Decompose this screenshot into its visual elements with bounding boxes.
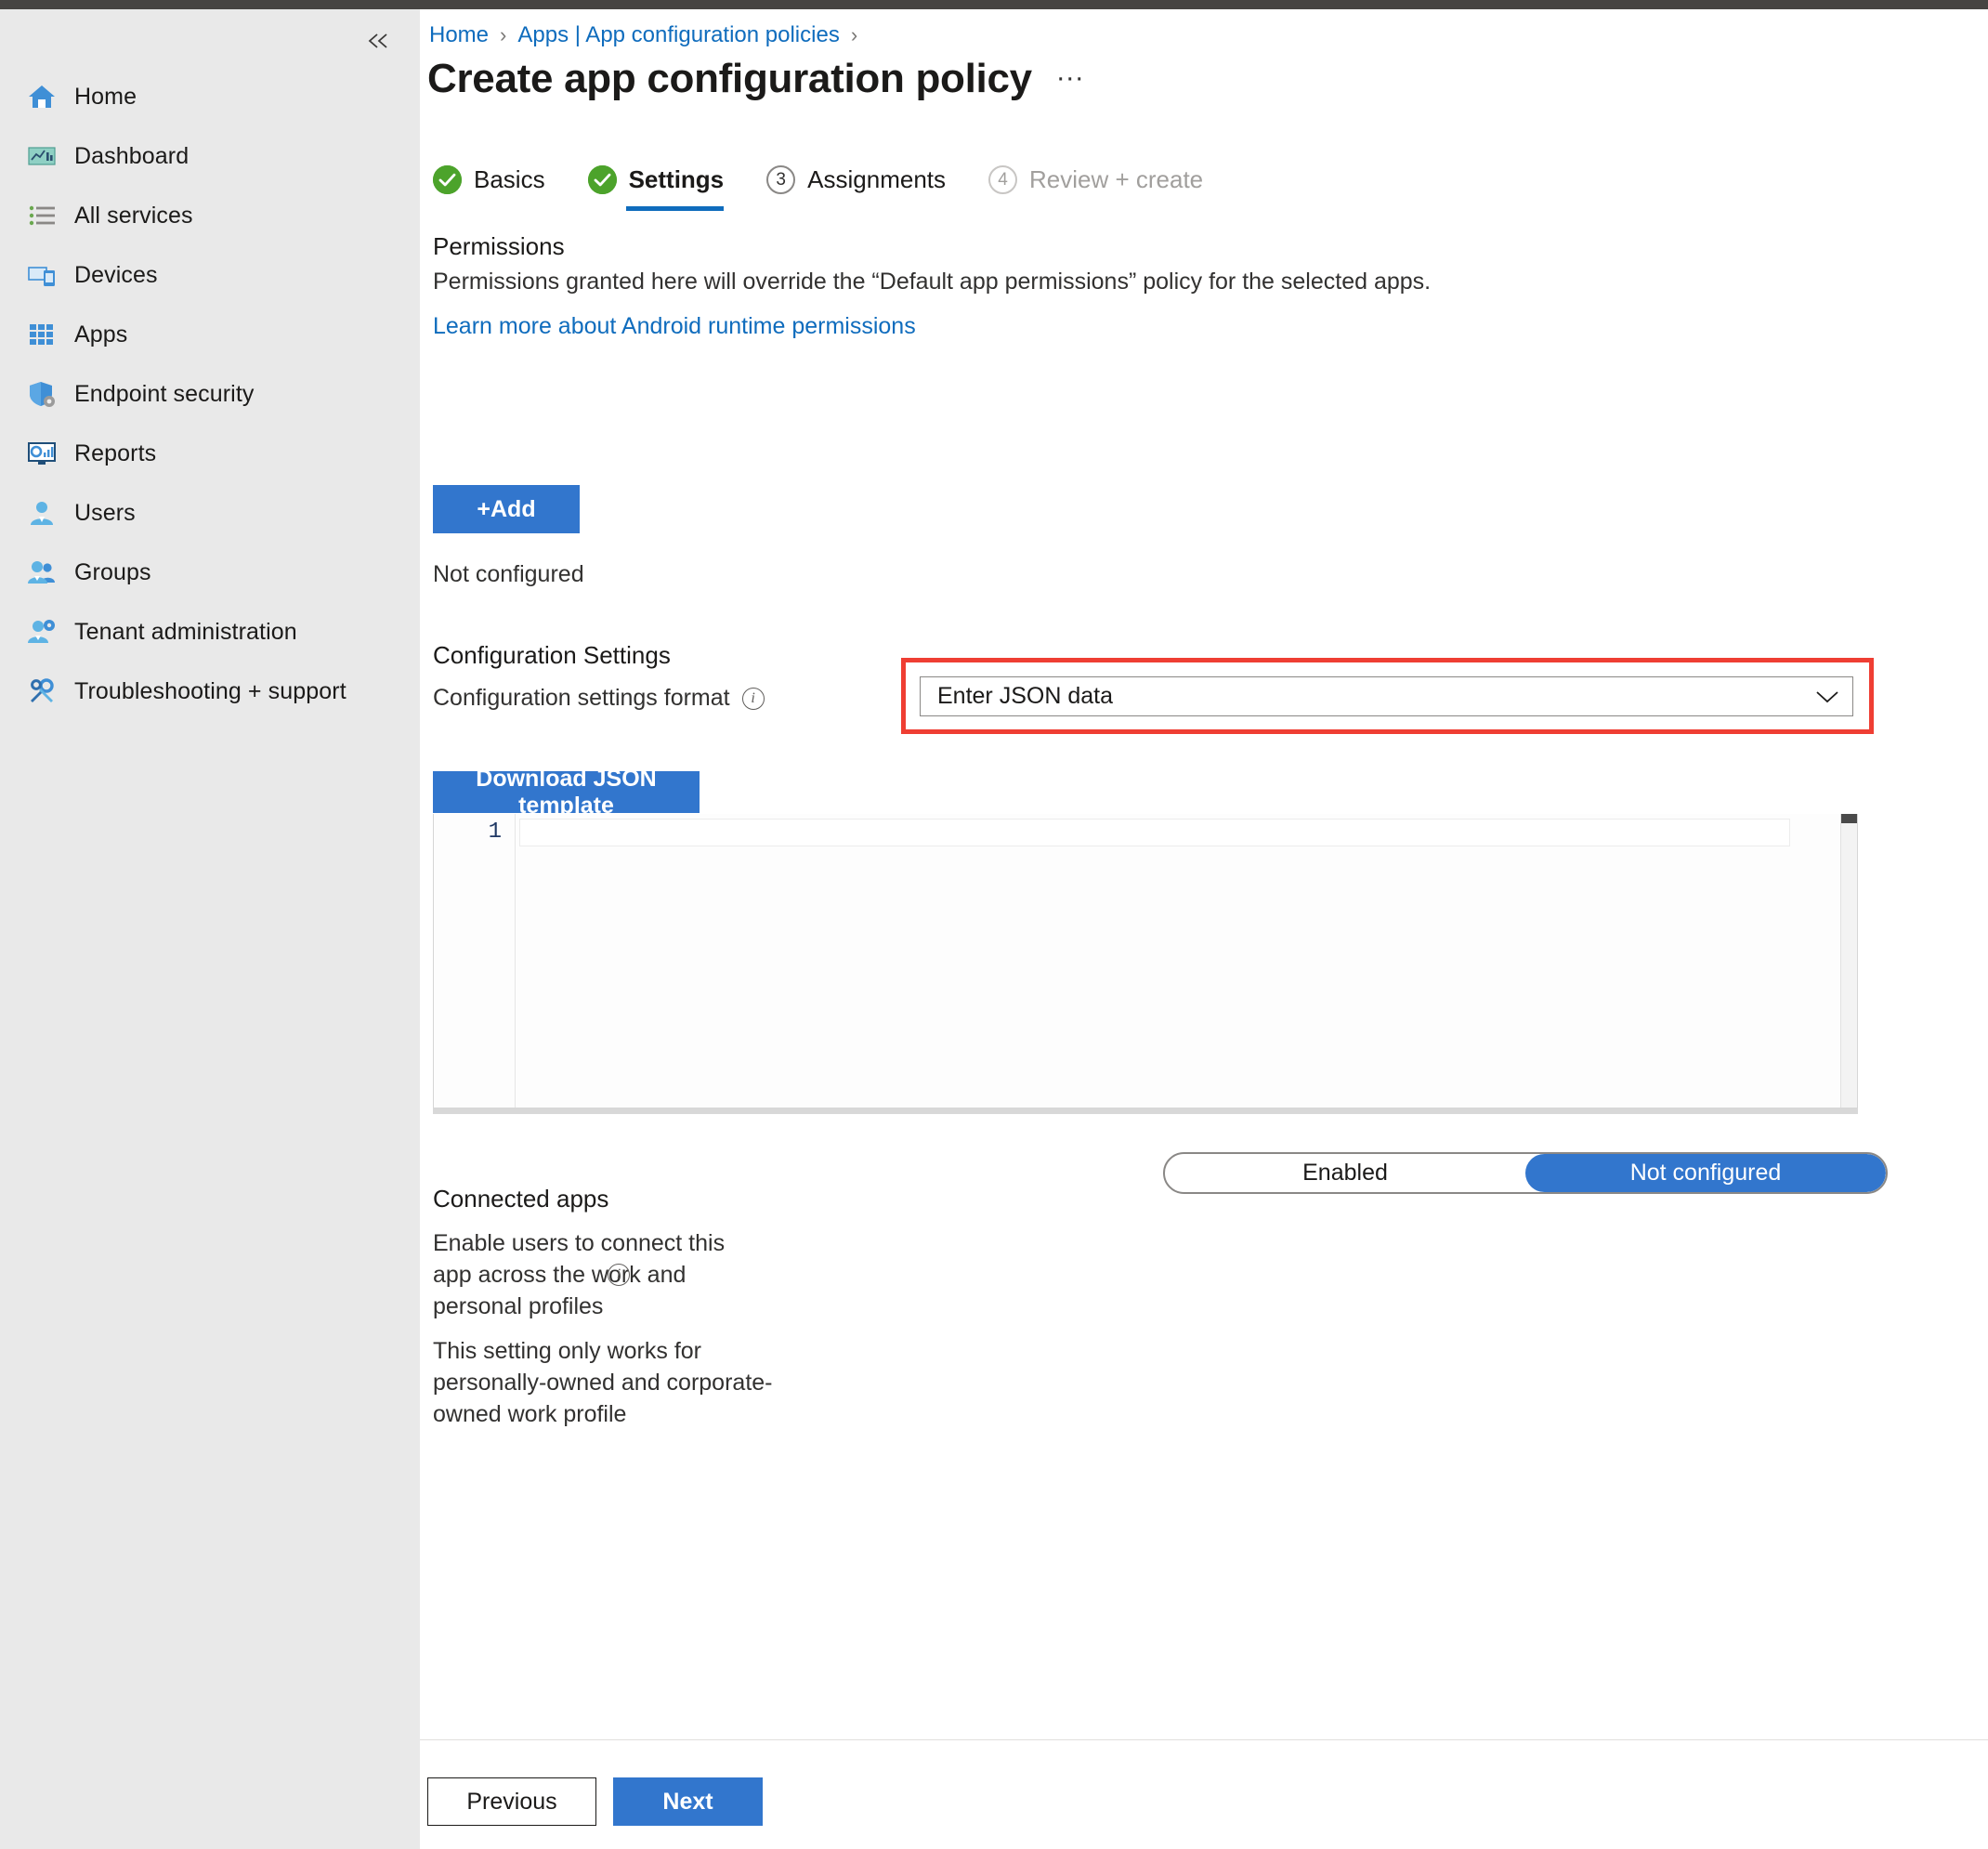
tenant-admin-icon	[26, 616, 58, 648]
learn-more-android-runtime-permissions-link[interactable]: Learn more about Android runtime permiss…	[433, 313, 916, 340]
check-circle-icon	[433, 165, 462, 194]
configuration-settings-format-label: Configuration settings format	[433, 685, 730, 711]
configuration-settings-format-dropdown[interactable]: Enter JSON data	[920, 676, 1853, 716]
sidebar-item-users[interactable]: Users	[0, 483, 420, 543]
sidebar-item-label: Troubleshooting + support	[74, 677, 347, 704]
apps-grid-icon	[26, 319, 58, 350]
tab-label: Assignments	[807, 165, 946, 193]
sidebar-nav-list: Home Dashboard All services Devices Apps…	[0, 67, 420, 721]
sidebar-item-label: Reports	[74, 439, 157, 466]
editor-active-line	[519, 819, 1790, 846]
tab-label: Settings	[628, 165, 725, 193]
breadcrumb: Home › Apps | App configuration policies…	[429, 22, 857, 48]
permissions-heading: Permissions	[433, 232, 565, 260]
breadcrumb-link-home[interactable]: Home	[429, 22, 489, 48]
step-number-badge: 3	[766, 165, 796, 194]
sidebar-item-label: Devices	[74, 261, 158, 288]
info-icon[interactable]: i	[608, 1264, 630, 1286]
breadcrumb-link-apps-app-configuration-policies[interactable]: Apps | App configuration policies	[517, 22, 839, 48]
more-options-icon[interactable]: ···	[1056, 64, 1084, 92]
check-circle-icon	[587, 165, 617, 194]
collapse-sidebar-icon[interactable]	[360, 22, 398, 59]
breadcrumb-separator-icon: ›	[500, 23, 507, 46]
connected-apps-toggle[interactable]: Enabled Not configured	[1163, 1152, 1888, 1194]
sidebar-item-groups[interactable]: Groups	[0, 543, 420, 602]
download-json-template-button[interactable]: Download JSON template	[433, 766, 700, 819]
dashboard-icon	[26, 140, 58, 172]
tab-settings[interactable]: Settings	[587, 165, 747, 211]
add-permission-button[interactable]: +Add	[433, 485, 580, 533]
tab-review-create[interactable]: 4 Review + create	[988, 165, 1225, 211]
sidebar-item-label: Tenant administration	[74, 618, 297, 645]
sidebar-item-label: Users	[74, 499, 136, 526]
tab-label: Basics	[474, 165, 545, 193]
sidebar-item-label: Apps	[74, 321, 128, 348]
sidebar-item-label: Home	[74, 83, 137, 110]
breadcrumb-separator-icon: ›	[850, 23, 858, 46]
next-button[interactable]: Next	[613, 1777, 763, 1826]
sidebar-item-devices[interactable]: Devices	[0, 245, 420, 305]
sidebar-item-label: All services	[74, 202, 193, 229]
devices-icon	[26, 259, 58, 291]
permissions-description: Permissions granted here will override t…	[433, 269, 1432, 295]
main-content-pane: Home › Apps | App configuration policies…	[420, 9, 1988, 1849]
groups-icon	[26, 557, 58, 588]
sidebar-item-tenant-administration[interactable]: Tenant administration	[0, 602, 420, 662]
line-number: 1	[488, 820, 502, 845]
chevron-down-icon	[1815, 689, 1839, 704]
editor-line-number-gutter: 1	[434, 814, 516, 1108]
sidebar-item-all-services[interactable]: All services	[0, 186, 420, 245]
connected-apps-note: This setting only works for personally-o…	[433, 1338, 773, 1427]
intune-create-app-configuration-policy-page: Home Dashboard All services Devices Apps…	[0, 0, 1988, 1849]
sidebar-item-troubleshooting-support[interactable]: Troubleshooting + support	[0, 662, 420, 721]
tab-label: Review + create	[1029, 165, 1204, 193]
scrollbar-thumb[interactable]	[1841, 814, 1857, 823]
shield-gear-icon	[26, 378, 58, 410]
sidebar-item-reports[interactable]: Reports	[0, 424, 420, 483]
left-navigation-sidebar: Home Dashboard All services Devices Apps…	[0, 9, 420, 1849]
configuration-settings-heading: Configuration Settings	[433, 641, 671, 669]
tab-basics[interactable]: Basics	[433, 165, 568, 211]
wizard-steps: Basics Settings 3 Assignments 4 Review +	[433, 165, 1246, 211]
connected-apps-heading: Connected apps	[433, 1185, 609, 1213]
editor-horizontal-scrollbar[interactable]	[433, 1108, 1858, 1114]
user-icon	[26, 497, 58, 529]
permissions-status-text: Not configured	[433, 561, 584, 587]
dropdown-selected-value: Enter JSON data	[937, 683, 1113, 709]
step-number-badge: 4	[988, 165, 1017, 194]
sidebar-item-dashboard[interactable]: Dashboard	[0, 126, 420, 186]
sidebar-item-label: Groups	[74, 558, 151, 585]
toggle-option-not-configured[interactable]: Not configured	[1525, 1154, 1886, 1192]
info-icon[interactable]: i	[741, 687, 765, 710]
active-tab-underline	[625, 206, 725, 211]
page-title: Create app configuration policy	[427, 56, 1032, 101]
tab-assignments[interactable]: 3 Assignments	[766, 165, 968, 211]
all-services-icon	[26, 200, 58, 231]
editor-code-area[interactable]	[516, 814, 1857, 1108]
page-title-row: Create app configuration policy ···	[427, 56, 1084, 102]
previous-button[interactable]: Previous	[427, 1777, 596, 1826]
editor-vertical-scrollbar[interactable]	[1840, 814, 1857, 1108]
toggle-option-enabled[interactable]: Enabled	[1165, 1154, 1525, 1192]
sidebar-item-apps[interactable]: Apps	[0, 305, 420, 364]
wrench-screwdriver-icon	[26, 675, 58, 707]
home-icon	[26, 81, 58, 112]
json-code-editor[interactable]: 1	[433, 814, 1858, 1108]
sidebar-item-label: Endpoint security	[74, 380, 255, 407]
reports-monitor-icon	[26, 438, 58, 469]
sidebar-item-endpoint-security[interactable]: Endpoint security	[0, 364, 420, 424]
browser-chrome-bar	[0, 0, 1988, 9]
configuration-settings-format-label-group: Configuration settings format i	[433, 685, 765, 712]
sidebar-item-home[interactable]: Home	[0, 67, 420, 126]
sidebar-item-label: Dashboard	[74, 142, 190, 169]
connected-apps-description: Enable users to connect this app across …	[433, 1230, 726, 1319]
